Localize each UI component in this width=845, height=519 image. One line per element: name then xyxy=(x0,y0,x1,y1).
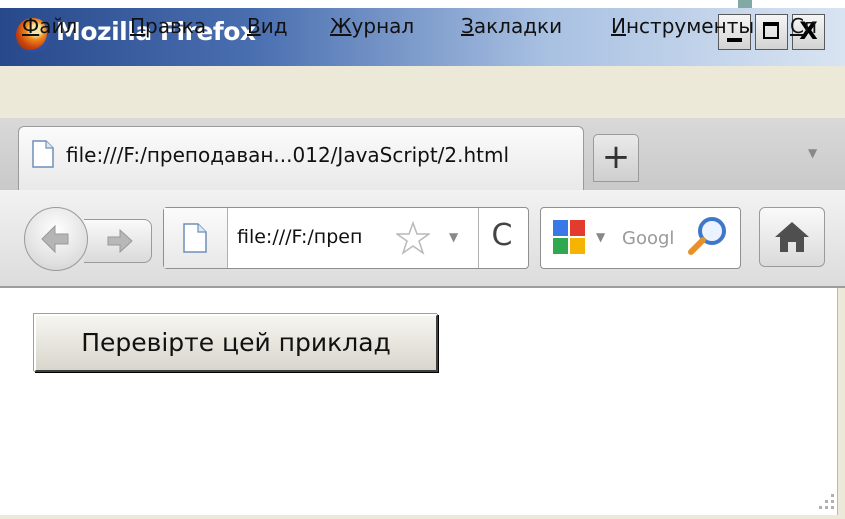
reload-icon[interactable]: C xyxy=(486,218,518,254)
maximize-icon xyxy=(763,22,779,39)
window-bottom-edge xyxy=(0,515,845,519)
google-icon[interactable] xyxy=(553,220,585,254)
plus-icon: + xyxy=(601,137,631,177)
menu-help[interactable]: Сп xyxy=(790,14,817,38)
tab-title: file:///F:/преподаван...012/JavaScript/2… xyxy=(66,143,510,167)
resize-grip-icon[interactable] xyxy=(815,490,837,512)
menu-tools[interactable]: Инструменты xyxy=(611,14,754,38)
menu-edit[interactable]: Правка xyxy=(130,14,206,38)
magnifier-icon[interactable] xyxy=(686,214,730,258)
menu-history[interactable]: Журнал xyxy=(330,14,414,38)
search-input[interactable]: Googl xyxy=(622,228,692,249)
bookmark-star-icon[interactable] xyxy=(396,221,430,255)
home-icon xyxy=(775,222,809,252)
menu-file[interactable]: Файл xyxy=(22,14,77,38)
maximize-button[interactable] xyxy=(755,14,788,50)
check-example-button[interactable]: Перевірте цей приклад xyxy=(34,314,438,372)
tab-list-arrow-icon[interactable]: ▼ xyxy=(808,146,817,160)
dropdown-arrow-icon[interactable]: ▼ xyxy=(449,230,458,244)
url-text[interactable]: file:///F:/преп xyxy=(237,226,362,248)
url-divider xyxy=(478,208,479,268)
minimize-icon xyxy=(727,38,742,42)
back-arrow-icon xyxy=(41,224,69,254)
search-engine-dropdown-icon[interactable]: ▼ xyxy=(596,230,605,244)
menu-bookmarks[interactable]: Закладки xyxy=(461,14,562,38)
forward-arrow-icon xyxy=(107,228,133,254)
menu-view[interactable]: Вид xyxy=(247,14,288,38)
menu-bar xyxy=(0,66,845,118)
page-icon xyxy=(32,140,54,168)
window-right-edge xyxy=(837,288,845,519)
page-icon xyxy=(183,223,207,253)
new-tab-button[interactable]: + xyxy=(593,134,639,182)
